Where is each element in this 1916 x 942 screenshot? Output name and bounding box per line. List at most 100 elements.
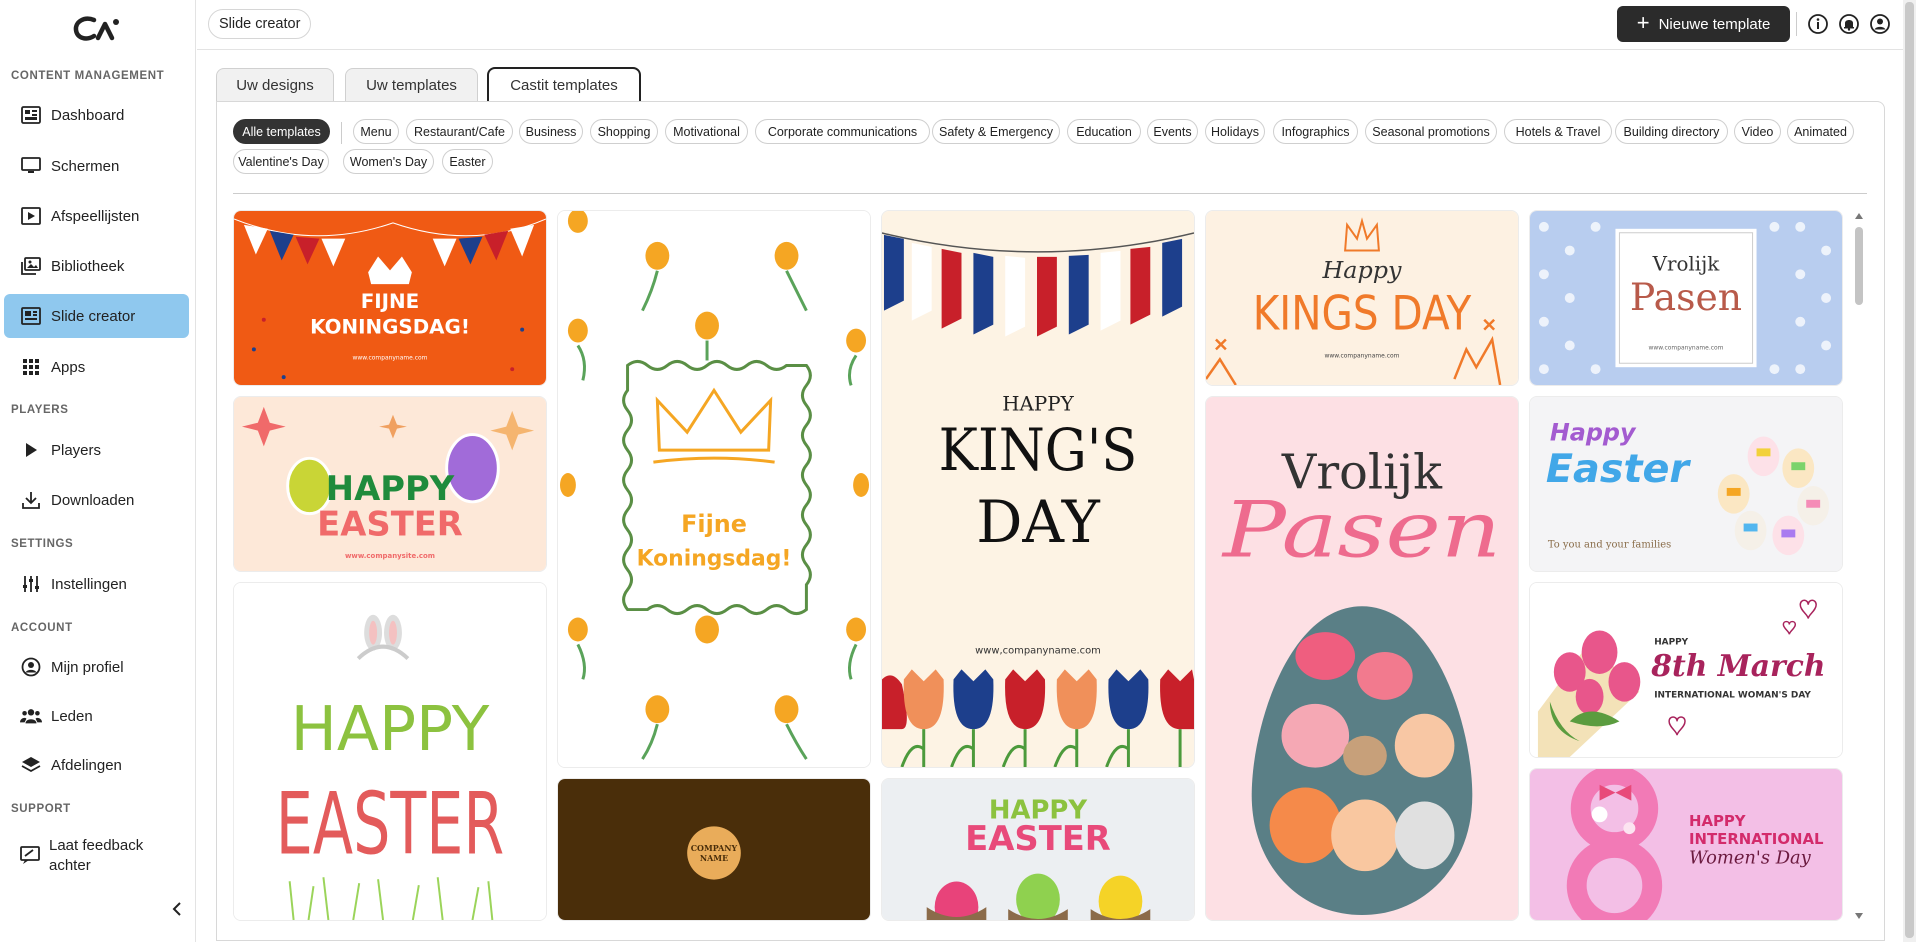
card-text: Easter	[1546, 446, 1692, 492]
card-text: INTERNATIONAL	[1689, 830, 1824, 848]
template-card-8th-march[interactable]: HAPPY 8th March INTERNATIONAL WOMAN'S DA…	[1529, 582, 1843, 758]
sidebar-item-label: Dashboard	[51, 106, 125, 124]
section-content-management: CONTENT MANAGEMENT	[11, 70, 165, 82]
castit-logo[interactable]	[72, 14, 122, 44]
filter-education[interactable]: Education	[1067, 119, 1141, 144]
template-thumbnail: HAPPY EASTER	[882, 779, 1194, 920]
sidebar-item-label: Leden	[51, 707, 93, 725]
sidebar-item-feedback[interactable]: Laat feedback achter	[4, 830, 154, 880]
filter-easter[interactable]: Easter	[442, 149, 493, 174]
section-players: PLAYERS	[11, 404, 69, 416]
template-card-vrolijk-pasen-egg[interactable]: Vrolijk Pasen	[1205, 396, 1519, 921]
template-card-happy-kings-day[interactable]: HAPPY KING'S DAY www,companyname.com	[881, 210, 1195, 768]
sidebar-item-label: Bibliotheek	[51, 257, 125, 275]
card-text: www.companysite.com	[345, 552, 435, 560]
sidebar-item-dashboard[interactable]: Dashboard	[4, 93, 189, 137]
filter-building-directory[interactable]: Building directory	[1615, 119, 1728, 144]
filter-events[interactable]: Events	[1147, 119, 1198, 144]
grid-scrollbar-thumb[interactable]	[1855, 227, 1863, 305]
sidebar-item-slide-creator[interactable]: Slide creator	[4, 294, 189, 338]
card-text: Happy	[1322, 256, 1403, 284]
new-template-button[interactable]: + Nieuwe template	[1617, 6, 1790, 42]
template-card-happy-easter-bunny[interactable]: HAPPY EASTER	[233, 582, 547, 921]
divider	[341, 122, 342, 144]
card-text: Vrolijk	[1652, 252, 1721, 275]
sidebar-item-afdelingen[interactable]: Afdelingen	[4, 743, 189, 787]
template-thumbnail: HAPPY KING'S DAY www,companyname.com	[882, 211, 1194, 767]
collapse-sidebar-icon[interactable]	[168, 900, 186, 918]
card-text: Fijne	[681, 510, 747, 538]
grid-scrollbar[interactable]	[1854, 210, 1864, 922]
template-card-happy-easter-eggs[interactable]: HAPPY EASTER	[881, 778, 1195, 921]
sidebar-item-downloaden[interactable]: Downloaden	[4, 478, 189, 522]
card-text: HAPPY	[1002, 392, 1074, 415]
filter-corporate-communications[interactable]: Corporate communications	[755, 119, 930, 144]
tab-castit-templates[interactable]: Castit templates	[487, 67, 641, 102]
info-icon[interactable]	[1807, 13, 1829, 35]
template-card-happy-kingsday-orange[interactable]: Happy KINGS DAY www.companyname.com	[1205, 210, 1519, 386]
template-card-fijne-koningsdag[interactable]: FIJNE KONINGSDAG! www.companyname.com	[233, 210, 547, 386]
template-card-company-name[interactable]: COMPANY NAME	[557, 778, 871, 921]
template-thumbnail: Happy KINGS DAY www.companyname.com	[1206, 211, 1518, 385]
filter-shopping[interactable]: Shopping	[590, 119, 658, 144]
filter-seasonal-promotions[interactable]: Seasonal promotions	[1365, 119, 1497, 144]
play-icon	[20, 439, 42, 461]
sidebar-item-players[interactable]: Players	[4, 428, 189, 472]
user-circle-icon	[20, 656, 42, 678]
card-text: Koningsdag!	[637, 547, 792, 572]
section-account: ACCOUNT	[11, 622, 73, 634]
tab-uw-designs[interactable]: Uw designs	[216, 68, 334, 101]
card-text: www,companyname.com	[975, 645, 1101, 656]
filter-womens-day[interactable]: Women's Day	[343, 149, 434, 174]
sidebar-item-mijn-profiel[interactable]: Mijn profiel	[4, 645, 189, 689]
download-icon	[20, 489, 42, 511]
sidebar-item-label: Mijn profiel	[51, 658, 124, 676]
filter-safety-emergency[interactable]: Safety & Emergency	[932, 119, 1060, 144]
card-text: HAPPY	[291, 693, 490, 765]
sidebar-item-schermen[interactable]: Schermen	[4, 144, 189, 188]
filter-animated[interactable]: Animated	[1787, 119, 1854, 144]
card-text: To you and your families	[1548, 539, 1671, 550]
template-card-fijne-koningsdag-tulips[interactable]: Fijne Koningsdag!	[557, 210, 871, 768]
filter-infographics[interactable]: Infographics	[1273, 119, 1358, 144]
sidebar-item-afspeellijsten[interactable]: Afspeellijsten	[4, 194, 189, 238]
plus-icon: +	[1636, 10, 1650, 35]
card-text: KINGS DAY	[1253, 287, 1472, 342]
template-card-happy-easter-ribbons[interactable]: Happy Easter To you and your families	[1529, 396, 1843, 572]
user-account-icon[interactable]	[1869, 13, 1891, 35]
card-text: KING'S	[939, 416, 1138, 484]
users-icon	[20, 705, 42, 727]
notification-bell-icon[interactable]	[1838, 13, 1860, 35]
template-card-vrolijk-pasen-bunnies[interactable]: Vrolijk Pasen www.companyname.com	[1529, 210, 1843, 386]
filter-holidays[interactable]: Holidays	[1205, 119, 1265, 144]
card-text: NAME	[700, 854, 728, 863]
filter-menu[interactable]: Menu	[353, 119, 399, 144]
sidebar-item-bibliotheek[interactable]: Bibliotheek	[4, 244, 189, 288]
apps-grid-icon	[20, 356, 42, 378]
filter-valentines-day[interactable]: Valentine's Day	[233, 149, 329, 174]
filter-hotels-travel[interactable]: Hotels & Travel	[1504, 119, 1612, 144]
template-card-happy-easter-sticker[interactable]: HAPPY EASTER www.companysite.com	[233, 396, 547, 572]
sidebar-item-leden[interactable]: Leden	[4, 694, 189, 738]
filter-motivational[interactable]: Motivational	[665, 119, 748, 144]
page-scrollbar-thumb[interactable]	[1905, 2, 1914, 938]
sidebar-item-label: Slide creator	[51, 307, 136, 325]
breadcrumb[interactable]: Slide creator	[208, 9, 312, 39]
template-thumbnail: HAPPY EASTER	[234, 583, 546, 920]
card-text: HAPPY	[326, 469, 455, 508]
card-text: EASTER	[965, 819, 1111, 858]
sidebar-item-apps[interactable]: Apps	[4, 345, 189, 389]
template-grid: FIJNE KONINGSDAG! www.companyname.com HA…	[233, 210, 1846, 921]
filter-video[interactable]: Video	[1734, 119, 1781, 144]
template-card-international-womens-day[interactable]: HAPPY INTERNATIONAL Women's Day	[1529, 768, 1843, 921]
section-settings: SETTINGS	[11, 538, 74, 550]
card-text: 8th March	[1650, 649, 1825, 684]
sidebar: CONTENT MANAGEMENT Dashboard Schermen Af…	[0, 0, 196, 942]
filter-restaurant-cafe[interactable]: Restaurant/Cafe	[406, 119, 513, 144]
slide-creator-icon	[20, 305, 42, 327]
card-text: HAPPY	[1689, 812, 1746, 830]
sidebar-item-instellingen[interactable]: Instellingen	[4, 562, 189, 606]
tab-uw-templates[interactable]: Uw templates	[345, 68, 478, 101]
filter-alle-templates[interactable]: Alle templates	[233, 119, 330, 144]
filter-business[interactable]: Business	[519, 119, 583, 144]
